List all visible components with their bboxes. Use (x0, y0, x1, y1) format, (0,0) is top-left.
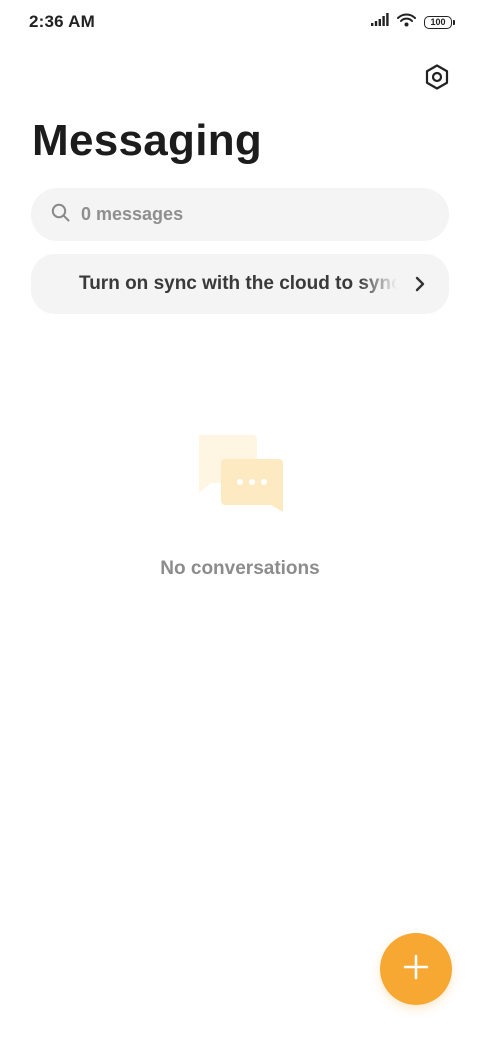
battery-icon: 100 (424, 15, 455, 29)
status-time: 2:36 AM (29, 12, 95, 31)
page-title: Messaging (32, 116, 263, 165)
wifi-icon (397, 13, 416, 32)
new-conversation-button[interactable] (380, 933, 452, 1005)
signal-icon (371, 13, 389, 31)
search-bar[interactable] (31, 188, 449, 241)
chevron-right-icon (413, 274, 427, 294)
search-input[interactable] (81, 204, 381, 225)
search-icon (51, 203, 70, 227)
status-icons: 100 (371, 13, 455, 32)
status-bar: 2:36 AM 100 (0, 0, 480, 44)
sync-banner-text: Turn on sync with the cloud to sync mess… (79, 273, 397, 294)
chat-bubbles-icon (195, 435, 287, 515)
empty-state-text: No conversations (160, 558, 320, 579)
settings-hexagon-icon (425, 63, 449, 95)
sync-banner[interactable]: Turn on sync with the cloud to sync mess… (31, 254, 449, 314)
plus-icon (403, 954, 429, 985)
settings-button[interactable] (424, 63, 450, 95)
